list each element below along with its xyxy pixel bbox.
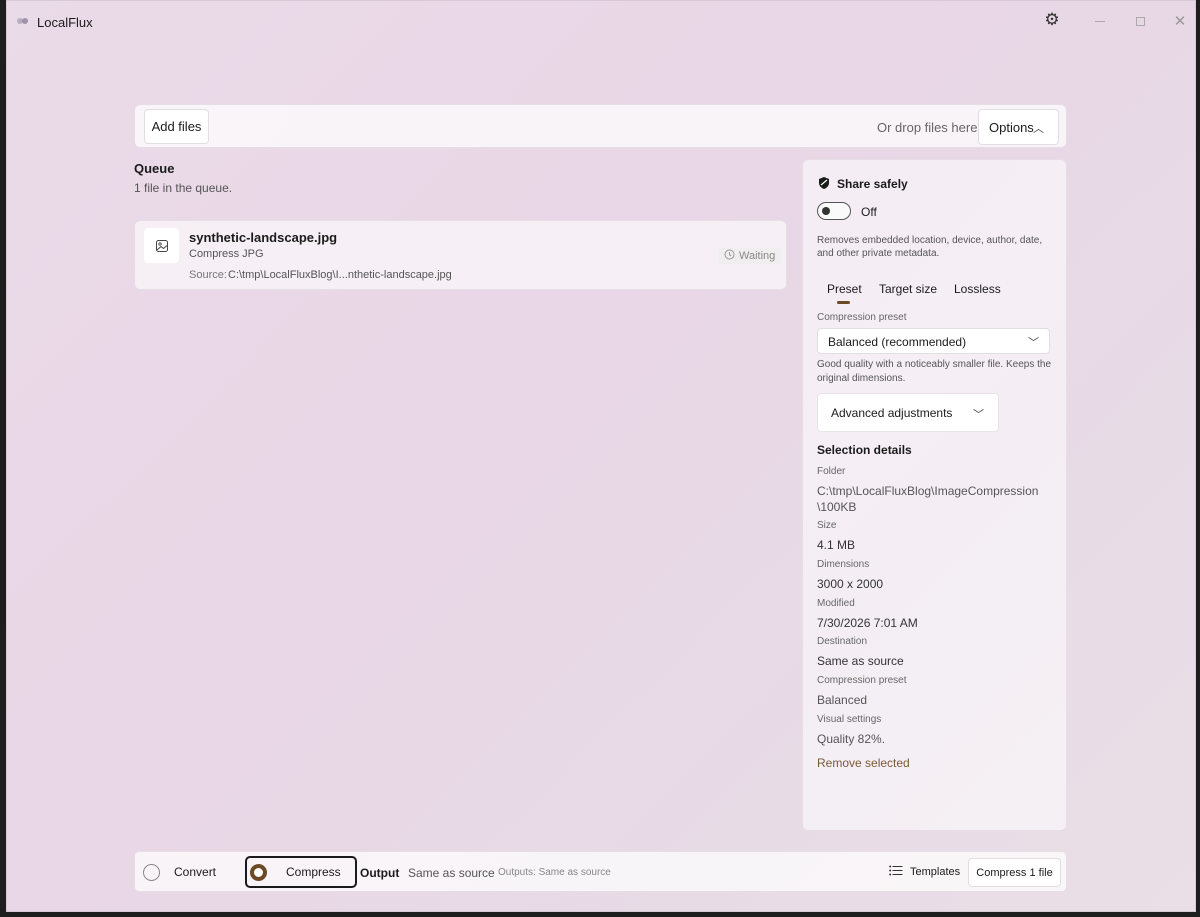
- chevron-down-icon: ﹀: [973, 409, 984, 421]
- queue-title: Queue: [134, 161, 175, 176]
- share-safely-description: Removes embedded location, device, autho…: [817, 235, 1043, 259]
- preset-detail-value: Balanced: [817, 693, 868, 707]
- selection-details-title: Selection details: [817, 443, 912, 457]
- advanced-adjustments-button[interactable]: Advanced adjustments ﹀: [817, 393, 999, 432]
- share-safely-title: Share safely: [837, 177, 908, 191]
- queue-count: 1 file in the queue.: [134, 181, 233, 195]
- visual-settings-value: Quality 82%.: [817, 732, 886, 746]
- size-label: Size: [817, 520, 837, 531]
- maximize-button[interactable]: [1130, 11, 1150, 31]
- file-name: synthetic-landscape.jpg: [189, 230, 338, 245]
- chevron-up-icon: ︿: [1033, 123, 1044, 135]
- compress-files-button[interactable]: Compress 1 file: [968, 858, 1061, 887]
- radio-unchecked-icon: [143, 863, 160, 881]
- dimensions-value: 3000 x 2000: [817, 577, 884, 591]
- modified-label: Modified: [817, 598, 855, 609]
- active-tab-indicator: [837, 301, 850, 304]
- options-button[interactable]: Options ︿: [978, 109, 1059, 145]
- visual-settings-label: Visual settings: [817, 714, 882, 725]
- file-bar: Add files Or drop files here Options ︿: [134, 104, 1067, 148]
- compression-preset-value: Balanced (recommended): [828, 335, 967, 349]
- radio-checked-icon: [250, 863, 267, 881]
- tab-preset[interactable]: Preset: [827, 282, 862, 296]
- chevron-down-icon: ﹀: [1028, 337, 1039, 349]
- status-label: Waiting: [739, 250, 776, 262]
- status-badge: Waiting: [718, 248, 782, 264]
- image-file-icon: [144, 228, 179, 263]
- add-files-button[interactable]: Add files: [144, 109, 209, 144]
- close-button[interactable]: ✕: [1170, 11, 1190, 31]
- list-icon: [889, 865, 903, 879]
- compression-preset-select[interactable]: Balanced (recommended) ﹀: [817, 328, 1050, 354]
- queue-item[interactable]: synthetic-landscape.jpg Compress JPG Sou…: [134, 220, 787, 290]
- advanced-adjustments-label: Advanced adjustments: [831, 406, 953, 420]
- convert-label: Convert: [174, 865, 217, 879]
- outputs-summary: Outputs: Same as source: [498, 867, 611, 878]
- file-source-path: C:\tmp\LocalFluxBlog\I...nthetic-landsca…: [228, 269, 452, 281]
- shield-icon: [817, 176, 831, 190]
- templates-button[interactable]: Templates: [889, 865, 960, 879]
- modified-value: 7/30/2026 7:01 AM: [817, 616, 918, 630]
- preset-detail-label: Compression preset: [817, 675, 907, 686]
- compress-label: Compress: [286, 865, 341, 879]
- tab-lossless[interactable]: Lossless: [954, 282, 1001, 296]
- bottom-action-bar: Convert Compress Output Same as source O…: [134, 851, 1067, 892]
- toggle-state-label: Off: [861, 205, 877, 219]
- compress-radio[interactable]: Compress: [245, 856, 357, 888]
- folder-value: C:\tmp\LocalFluxBlog\ImageCompression \1…: [817, 484, 1039, 514]
- dimensions-label: Dimensions: [817, 559, 870, 570]
- drop-hint: Or drop files here: [877, 120, 978, 135]
- settings-gear-icon[interactable]: ⚙: [1042, 10, 1062, 30]
- share-safely-toggle[interactable]: [817, 202, 851, 220]
- destination-label: Destination: [817, 636, 868, 647]
- templates-label: Templates: [910, 866, 961, 878]
- options-label: Options: [989, 119, 1034, 135]
- file-action: Compress JPG: [189, 248, 264, 260]
- details-panel: Share safely Off Removes embedded locati…: [802, 159, 1067, 831]
- folder-label: Folder: [817, 466, 846, 477]
- remove-selected-link[interactable]: Remove selected: [817, 756, 910, 770]
- convert-radio[interactable]: Convert: [143, 856, 216, 888]
- output-label: Output: [360, 866, 400, 880]
- file-source-label: Source:: [189, 269, 227, 281]
- app-window: LocalFlux ⚙ ✕ Add files Or drop files he…: [6, 0, 1196, 912]
- clock-icon: [724, 249, 735, 263]
- compression-preset-label: Compression preset: [817, 312, 907, 323]
- tab-target-size[interactable]: Target size: [879, 282, 937, 296]
- output-value[interactable]: Same as source: [408, 866, 495, 880]
- app-logo-icon: [17, 17, 29, 25]
- destination-value: Same as source: [817, 654, 904, 668]
- size-value: 4.1 MB: [817, 538, 856, 552]
- minimize-button[interactable]: [1090, 11, 1110, 31]
- preset-description: Good quality with a noticeably smaller f…: [817, 359, 1052, 384]
- title-bar: LocalFlux ⚙ ✕: [7, 1, 1195, 41]
- app-title: LocalFlux: [37, 15, 93, 30]
